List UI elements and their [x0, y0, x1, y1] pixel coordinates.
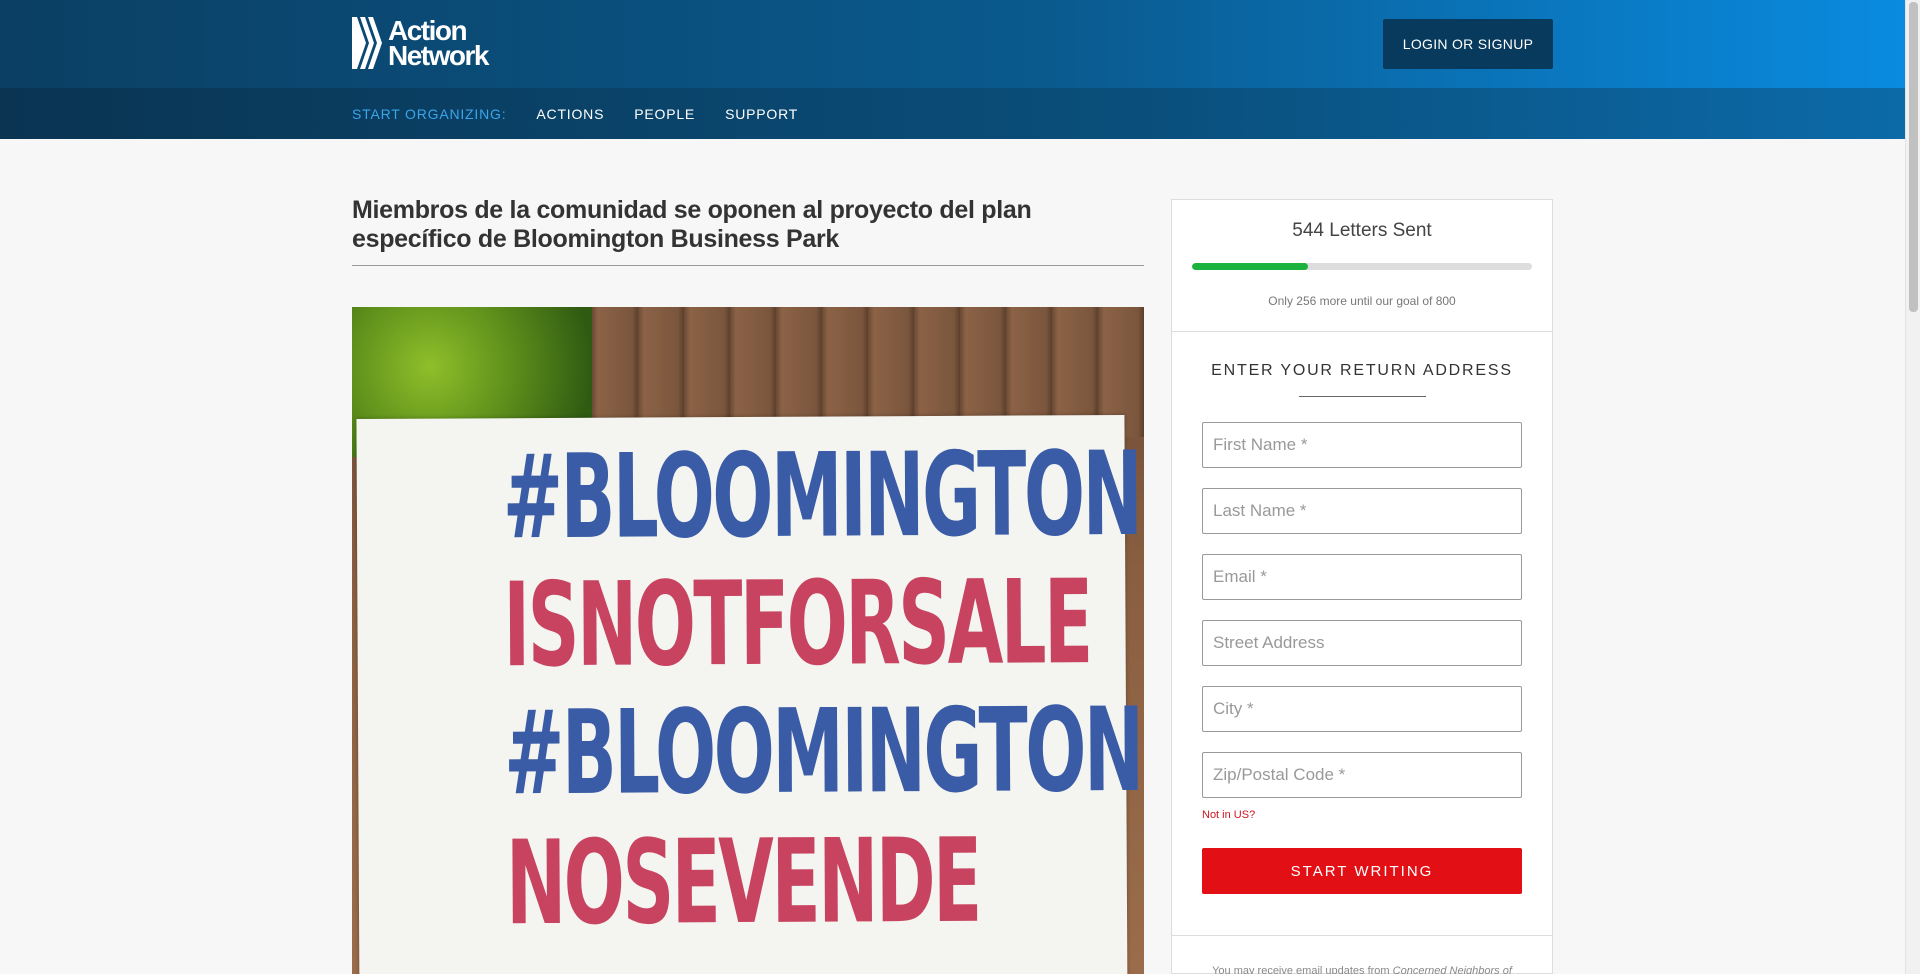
form-heading: ENTER YOUR RETURN ADDRESS — [1211, 362, 1513, 379]
letters-sent-count: 544 Letters Sent — [1292, 220, 1432, 241]
title-divider — [352, 265, 1144, 266]
sign-line-1: #BLOOMINGTON — [502, 426, 1141, 566]
nav-link-people[interactable]: PEOPLE — [634, 106, 695, 122]
nav-inner: START ORGANIZING: ACTIONS PEOPLE SUPPORT — [352, 88, 828, 139]
top-header: Action Network LOGIN OR SIGNUP — [0, 0, 1905, 88]
login-signup-button[interactable]: LOGIN OR SIGNUP — [1383, 19, 1553, 69]
page-scrollbar[interactable] — [1905, 0, 1920, 974]
page-title: Miembros de la comunidad se oponen al pr… — [352, 196, 1032, 253]
first-name-field[interactable] — [1202, 422, 1522, 468]
logo-mark-icon — [352, 17, 382, 69]
email-field[interactable] — [1202, 554, 1522, 600]
letter-form-panel: 544 Letters Sent Only 256 more until our… — [1171, 199, 1553, 974]
last-name-field[interactable] — [1202, 488, 1522, 534]
city-field[interactable] — [1202, 686, 1522, 732]
progress-bar-fill — [1192, 263, 1308, 270]
email-disclaimer: You may receive email updates from Conce… — [1202, 965, 1522, 974]
form-divider — [1172, 935, 1552, 936]
disclaimer-org: Concerned Neighbors of — [1392, 965, 1512, 974]
street-address-field[interactable] — [1202, 620, 1522, 666]
nav-label-start-organizing: START ORGANIZING: — [352, 105, 507, 122]
not-in-us-link[interactable]: Not in US? — [1202, 809, 1255, 821]
sign-line-2: ISNOTFORSALE — [503, 555, 1092, 694]
sign-line-4: NOSEVENDE — [505, 813, 981, 952]
logo-text: Action Network — [388, 17, 489, 71]
disclaimer-prefix: You may receive email updates from — [1212, 965, 1390, 974]
nav-link-actions[interactable]: ACTIONS — [536, 106, 604, 122]
goal-text: Only 256 more until our goal of 800 — [1268, 294, 1456, 308]
hero-image: #BLOOMINGTON ISNOTFORSALE #BLOOMINGTON N… — [352, 307, 1144, 974]
yard-sign: #BLOOMINGTON ISNOTFORSALE #BLOOMINGTON N… — [356, 414, 1142, 974]
nav-bar: START ORGANIZING: ACTIONS PEOPLE SUPPORT — [0, 88, 1905, 139]
nav-link-support[interactable]: SUPPORT — [725, 106, 798, 122]
zip-code-field[interactable] — [1202, 752, 1522, 798]
logo-line-2: Network — [388, 40, 489, 71]
sign-line-3: #BLOOMINGTON — [503, 682, 1142, 822]
scrollbar-thumb[interactable] — [1909, 2, 1918, 312]
progress-bar — [1192, 263, 1532, 270]
heading-divider — [1299, 396, 1426, 397]
action-network-logo[interactable]: Action Network — [352, 17, 522, 71]
progress-section: 544 Letters Sent Only 256 more until our… — [1172, 200, 1552, 332]
start-writing-button[interactable]: START WRITING — [1202, 848, 1522, 894]
